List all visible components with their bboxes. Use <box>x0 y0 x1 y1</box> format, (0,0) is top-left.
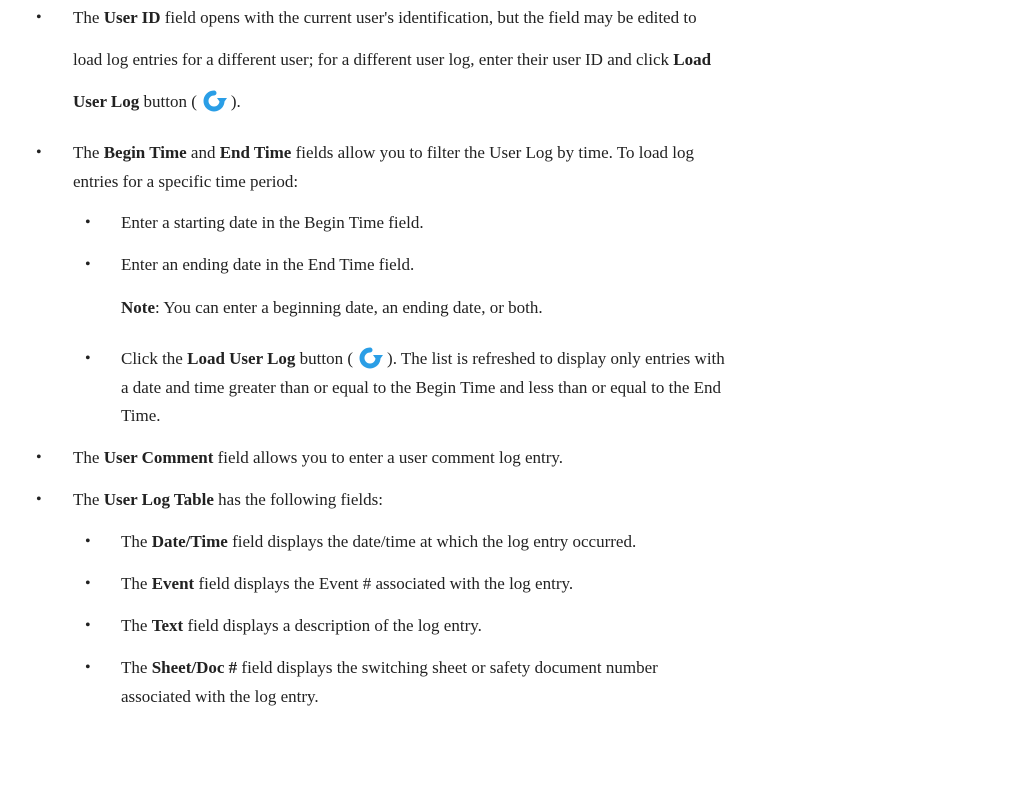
sub-item-click: Click the Load User Log button (). The l… <box>121 344 1011 373</box>
bullet: • <box>85 575 91 592</box>
list-item-user-log-table: The User Log Table has the following fie… <box>73 490 383 509</box>
term-date-time: Date/Time <box>151 532 228 551</box>
bullet: • <box>36 449 42 466</box>
sub-item-sheet-doc: The Sheet/Doc # field displays the switc… <box>121 658 658 677</box>
term-event: Event <box>151 574 195 593</box>
sub-item-event: The Event field displays the Event # ass… <box>121 574 574 593</box>
sub-item-click-line2: a date and time greater than or equal to… <box>121 378 722 397</box>
bullet: • <box>85 617 91 634</box>
document-page: • The User ID field opens with the curre… <box>0 0 1018 792</box>
sub-item-begin: Enter a starting date in the Begin Time … <box>121 213 424 232</box>
bullet: • <box>85 350 91 367</box>
list-item-user-comment: The User Comment field allows you to ent… <box>73 448 564 467</box>
term-user-id: User ID <box>103 8 161 27</box>
bullet: • <box>36 9 42 26</box>
sub-item-datetime: The Date/Time field displays the date/ti… <box>121 532 637 551</box>
bullet: • <box>85 214 91 231</box>
term-user-comment: User Comment <box>103 448 214 467</box>
term-user-log: User Log <box>73 92 140 111</box>
term-text: Text <box>151 616 184 635</box>
bullet: • <box>85 533 91 550</box>
list-item-user-id-line2: load log entries for a different user; f… <box>73 50 712 69</box>
term-begin-time: Begin Time <box>103 143 187 162</box>
bullet: • <box>85 659 91 676</box>
term-sheet-doc: Sheet/Doc # <box>151 658 238 677</box>
sub-item-end: Enter an ending date in the End Time fie… <box>121 255 415 274</box>
reload-icon[interactable] <box>197 89 231 113</box>
term-load: Load <box>673 50 712 69</box>
term-user-log-table: User Log Table <box>103 490 214 509</box>
list-item-user-id: The User ID field opens with the current… <box>73 8 697 27</box>
bullet: • <box>36 144 42 161</box>
bullet: • <box>36 491 42 508</box>
term-end-time: End Time <box>219 143 292 162</box>
bullet: • <box>85 256 91 273</box>
list-item-time-filter-line2: entries for a specific time period: <box>73 172 299 191</box>
reload-icon[interactable] <box>353 346 387 370</box>
note: Note: You can enter a beginning date, an… <box>121 298 543 317</box>
list-item-time-filter: The Begin Time and End Time fields allow… <box>73 143 695 162</box>
sub-item-click-line3: Time. <box>121 406 161 425</box>
sub-item-text: The Text field displays a description of… <box>121 616 482 635</box>
sub-item-sheet-doc-line2: associated with the log entry. <box>121 687 319 706</box>
term-load-user-log: Load User Log <box>187 349 296 368</box>
list-item-user-id-line3: User Log button (). <box>73 87 241 116</box>
note-label: Note <box>121 298 155 317</box>
